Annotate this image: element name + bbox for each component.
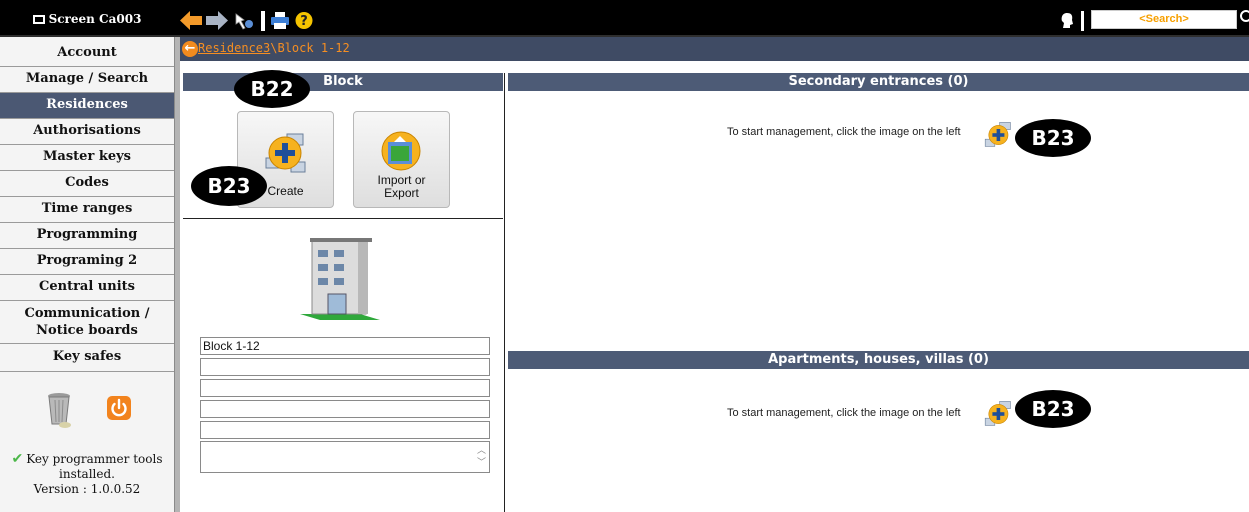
printer-icon[interactable]: [270, 11, 290, 30]
sidebar-item-communication-notice-boards[interactable]: Communication / Notice boards: [0, 301, 174, 344]
programmer-status: ✔ Key programmer tools installed. Version…: [0, 452, 174, 497]
search-icon[interactable]: [1240, 10, 1249, 22]
import-export-icon: [381, 131, 421, 171]
status-text-line1: Key programmer tools: [26, 452, 163, 466]
import-export-button[interactable]: Import or Export: [353, 111, 450, 208]
block-field-3[interactable]: [200, 379, 490, 397]
breadcrumb-residence-link[interactable]: Residence3: [198, 41, 270, 55]
user-head-icon[interactable]: [1058, 11, 1076, 30]
import-label-line2: Export: [384, 186, 419, 200]
callout-b23-create: B23: [191, 166, 267, 206]
sidebar-splitter[interactable]: [174, 37, 180, 512]
block-field-4[interactable]: [200, 400, 490, 418]
block-name-field[interactable]: Block 1-12: [200, 337, 490, 355]
panel-divider: [504, 73, 505, 512]
callout-b22: B22: [234, 70, 310, 108]
textarea-spinner-icon[interactable]: ︿ ﹀: [477, 444, 486, 468]
sidebar-item-manage-search[interactable]: Manage / Search: [0, 67, 174, 93]
svg-text:?: ?: [300, 14, 308, 29]
monitor-icon: [32, 15, 45, 24]
toolbar-separator: [261, 11, 265, 31]
block-panel-divider: [183, 218, 503, 219]
block-field-2[interactable]: [200, 358, 490, 376]
breadcrumb: Residence3\Block 1-12: [198, 41, 350, 55]
sidebar-item-authorisations[interactable]: Authorisations: [0, 119, 174, 145]
version-text: Version : 1.0.0.52: [33, 482, 141, 496]
add-secondary-entrance-icon[interactable]: [984, 120, 1014, 150]
apartments-hint: To start management, click the image on …: [727, 407, 961, 419]
block-notes-textarea[interactable]: ︿ ﹀: [200, 441, 490, 473]
sidebar-item-programing-2[interactable]: Programing 2: [0, 249, 174, 275]
secondary-hint: To start management, click the image on …: [727, 126, 961, 138]
create-plus-icon: [265, 133, 306, 173]
sidebar-item-time-ranges[interactable]: Time ranges: [0, 197, 174, 223]
forward-arrow-icon[interactable]: [206, 11, 228, 30]
back-circle-icon[interactable]: ←: [182, 41, 198, 57]
screen-title: Screen Ca003: [0, 12, 174, 26]
checkmark-icon: ✔: [11, 451, 24, 467]
building-icon: [300, 238, 380, 320]
sidebar-item-residences[interactable]: Residences: [0, 93, 174, 119]
back-arrow-icon[interactable]: [180, 11, 202, 30]
sidebar-item-programming[interactable]: Programming: [0, 223, 174, 249]
toolbar-separator: [1081, 11, 1084, 31]
secondary-entrances-header: Secondary entrances (0): [508, 73, 1249, 91]
status-text-line2: installed.: [59, 467, 115, 481]
sidebar-item-account[interactable]: Account: [0, 41, 174, 67]
breadcrumb-block: \Block 1-12: [270, 41, 350, 55]
callout-b23-secondary: B23: [1015, 119, 1091, 157]
sidebar-item-central-units[interactable]: Central units: [0, 275, 174, 301]
help-icon[interactable]: ?: [294, 11, 314, 30]
import-export-label: Import or Export: [354, 174, 449, 200]
power-icon[interactable]: [107, 396, 131, 420]
search-input[interactable]: <Search>: [1091, 10, 1237, 29]
apartments-header: Apartments, houses, villas (0): [508, 351, 1249, 369]
add-apartment-icon[interactable]: [984, 399, 1014, 429]
recycle-bin-icon[interactable]: [44, 391, 74, 429]
sidebar-item-master-keys[interactable]: Master keys: [0, 145, 174, 171]
block-field-5[interactable]: [200, 421, 490, 439]
callout-b23-apartments: B23: [1015, 390, 1091, 428]
screen-title-text: Screen Ca003: [48, 12, 142, 26]
pointer-hand-icon[interactable]: [233, 11, 255, 30]
block-panel-title: Block: [183, 73, 503, 91]
sidebar-item-codes[interactable]: Codes: [0, 171, 174, 197]
sidebar-item-key-safes[interactable]: Key safes: [0, 344, 174, 372]
